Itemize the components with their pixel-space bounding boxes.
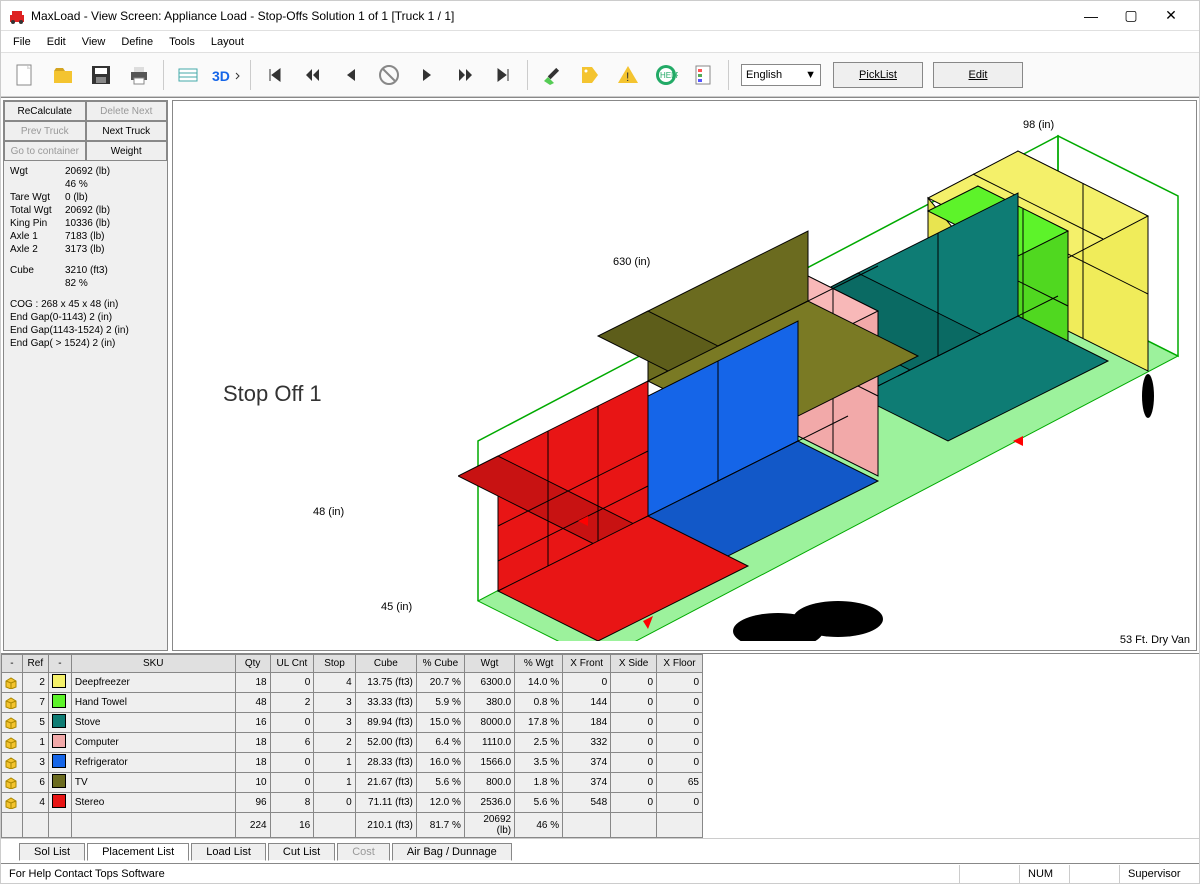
menu-define[interactable]: Define xyxy=(113,34,161,50)
load-diagram xyxy=(458,121,1197,641)
tag-icon[interactable] xyxy=(572,57,608,93)
svg-text:HELP: HELP xyxy=(660,71,678,80)
totals-row: 22416210.1 (ft3)81.7 %20692 (lb)46 % xyxy=(2,813,703,838)
prev-truck-button[interactable]: Prev Truck xyxy=(4,121,86,141)
menu-edit[interactable]: Edit xyxy=(39,34,74,50)
maximize-button[interactable]: ▢ xyxy=(1111,2,1151,30)
minimize-button[interactable]: — xyxy=(1071,2,1111,30)
status-num: NUM xyxy=(1019,865,1069,883)
table-row[interactable]: 2Deepfreezer180413.75 (ft3)20.7 %6300.01… xyxy=(2,673,703,693)
last-icon[interactable] xyxy=(485,57,521,93)
language-select[interactable]: English▼ xyxy=(741,64,821,86)
titlebar: MaxLoad - View Screen: Appliance Load - … xyxy=(1,1,1199,31)
grid-header-row: - Ref - SKU Qty UL Cnt Stop Cube % Cube … xyxy=(2,655,703,673)
status-supervisor: Supervisor xyxy=(1119,865,1199,883)
menu-file[interactable]: File xyxy=(5,34,39,50)
status-bar: For Help Contact Tops Software NUM Super… xyxy=(1,863,1199,883)
tab-airbag[interactable]: Air Bag / Dunnage xyxy=(392,843,512,861)
open-icon[interactable] xyxy=(45,57,81,93)
table-row[interactable]: 4Stereo968071.11 (ft3)12.0 %2536.05.6 %5… xyxy=(2,793,703,813)
table-row[interactable]: 1Computer186252.00 (ft3)6.4 %1110.02.5 %… xyxy=(2,733,703,753)
warning-icon[interactable]: ! xyxy=(610,57,646,93)
bottom-tabs: Sol List Placement List Load List Cut Li… xyxy=(1,838,1199,863)
tab-cut-list[interactable]: Cut List xyxy=(268,843,335,861)
window-title: MaxLoad - View Screen: Appliance Load - … xyxy=(31,9,1071,23)
status-help: For Help Contact Tops Software xyxy=(1,865,959,883)
toolbar: 3D ! HELP English▼ PickList Edit xyxy=(1,53,1199,97)
delete-next-button[interactable]: Delete Next xyxy=(86,101,168,121)
tab-placement-list[interactable]: Placement List xyxy=(87,843,189,861)
report-icon[interactable] xyxy=(686,57,722,93)
picklist-button[interactable]: PickList xyxy=(833,62,923,88)
3d-viewport[interactable]: Stop Off 1 630 (in) 98 (in) 110 (in) 268… xyxy=(172,100,1197,651)
stop-off-annotation: Stop Off 1 xyxy=(223,381,322,407)
edit-button[interactable]: Edit xyxy=(933,62,1023,88)
goto-container-button[interactable]: Go to container xyxy=(4,141,86,161)
table-row[interactable]: 3Refrigerator180128.33 (ft3)16.0 %1566.0… xyxy=(2,753,703,773)
next-fast-icon[interactable] xyxy=(447,57,483,93)
app-icon xyxy=(9,8,25,24)
stats-panel: Wgt20692 (lb) 46 % Tare Wgt0 (lb) Total … xyxy=(4,161,167,354)
weight-button[interactable]: Weight xyxy=(86,141,168,161)
svg-text:!: ! xyxy=(626,70,629,84)
table-row[interactable]: 7Hand Towel482333.33 (ft3)5.9 %380.00.8 … xyxy=(2,693,703,713)
new-icon[interactable] xyxy=(7,57,43,93)
menu-layout[interactable]: Layout xyxy=(203,34,252,50)
recalculate-button[interactable]: ReCalculate xyxy=(4,101,86,121)
tab-sol-list[interactable]: Sol List xyxy=(19,843,85,861)
first-icon[interactable] xyxy=(257,57,293,93)
menu-tools[interactable]: Tools xyxy=(161,34,203,50)
help-icon[interactable]: HELP xyxy=(648,57,684,93)
tab-cost[interactable]: Cost xyxy=(337,843,390,861)
next-icon[interactable] xyxy=(409,57,445,93)
placement-grid: - Ref - SKU Qty UL Cnt Stop Cube % Cube … xyxy=(1,653,1199,838)
next-truck-button[interactable]: Next Truck xyxy=(86,121,168,141)
highlighter-icon[interactable] xyxy=(534,57,570,93)
prev-fast-icon[interactable] xyxy=(295,57,331,93)
prev-icon[interactable] xyxy=(333,57,369,93)
table-row[interactable]: 6TV100121.67 (ft3)5.6 %800.01.8 %374065 xyxy=(2,773,703,793)
save-icon[interactable] xyxy=(83,57,119,93)
3d-view-icon[interactable]: 3D xyxy=(208,57,244,93)
grid-view-icon[interactable] xyxy=(170,57,206,93)
side-panel: ReCalculate Delete Next Prev Truck Next … xyxy=(3,100,168,651)
svg-text:3D: 3D xyxy=(212,68,230,84)
close-button[interactable]: ✕ xyxy=(1151,2,1191,30)
print-icon[interactable] xyxy=(121,57,157,93)
cancel-icon[interactable] xyxy=(371,57,407,93)
menu-view[interactable]: View xyxy=(74,34,114,50)
menubar: File Edit View Define Tools Layout xyxy=(1,31,1199,53)
dim-48: 48 (in) xyxy=(313,506,344,518)
table-row[interactable]: 5Stove160389.94 (ft3)15.0 %8000.017.8 %1… xyxy=(2,713,703,733)
dim-45: 45 (in) xyxy=(381,601,412,613)
tab-load-list[interactable]: Load List xyxy=(191,843,266,861)
